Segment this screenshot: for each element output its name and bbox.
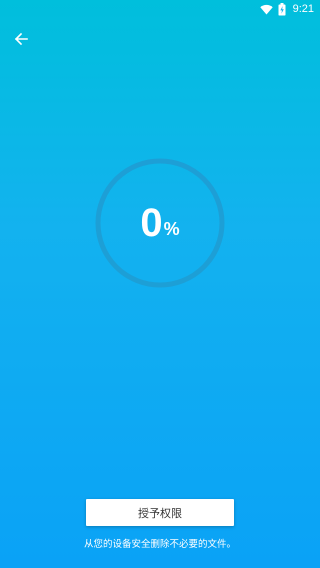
progress-readout: 0 %	[93, 156, 227, 290]
grant-permission-button[interactable]: 授予权限	[86, 499, 234, 526]
progress-ring: 0 %	[93, 156, 227, 290]
wifi-icon	[259, 4, 273, 14]
progress-value: 0	[140, 201, 163, 245]
progress-unit: %	[163, 218, 180, 239]
status-time: 9:21	[292, 3, 314, 15]
arrow-left-icon	[14, 32, 28, 46]
back-button[interactable]	[10, 28, 32, 50]
status-bar: 9:21	[0, 0, 320, 18]
hint-text: 从您的设备安全删除不必要的文件。	[83, 539, 236, 550]
battery-charging-icon	[278, 2, 286, 15]
